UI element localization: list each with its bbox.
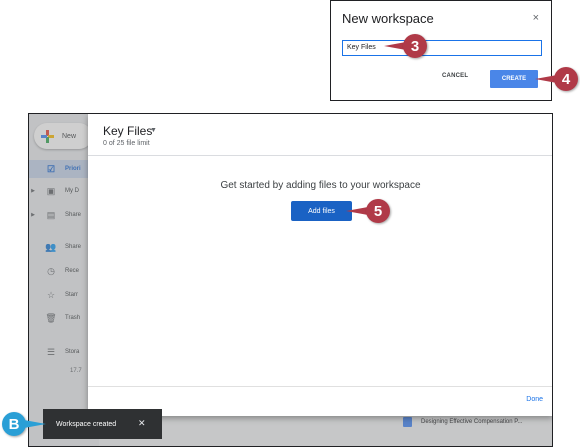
divider — [88, 386, 552, 387]
step-4-marker: 4 — [554, 67, 578, 91]
callout-arrow-5 — [346, 207, 368, 215]
empty-state-heading: Get started by adding files to your work… — [220, 180, 421, 191]
step-5-marker: 5 — [366, 199, 390, 223]
dialog-title: New workspace — [342, 11, 434, 26]
workspace-name-input[interactable]: Key Files — [342, 40, 542, 56]
snackbar: Workspace created ✕ — [43, 409, 162, 439]
workspace-panel: Key Files ▼ 0 of 25 file limit Get start… — [88, 114, 552, 416]
divider — [88, 155, 552, 156]
close-icon[interactable]: ✕ — [138, 418, 146, 429]
step-b-marker: B — [2, 412, 26, 436]
done-button[interactable]: Done — [526, 396, 543, 403]
new-workspace-dialog: New workspace × Key Files CANCEL CREATE — [330, 0, 552, 101]
close-icon[interactable]: × — [533, 12, 539, 24]
workspace-title[interactable]: Key Files — [103, 124, 152, 138]
drive-screen: New ☑ Priori ▶ ▣ My D ▶ ▤ Share 👥 Share ◷ … — [28, 113, 553, 447]
chevron-down-icon[interactable]: ▼ — [150, 127, 157, 134]
add-files-button[interactable]: Add files — [291, 201, 352, 221]
step-3-marker: 3 — [403, 34, 427, 58]
callout-arrow-b — [24, 420, 46, 428]
snackbar-message: Workspace created — [56, 420, 117, 428]
create-button[interactable]: CREATE — [490, 70, 538, 88]
file-limit-text: 0 of 25 file limit — [103, 140, 150, 147]
cancel-button[interactable]: CANCEL — [442, 73, 468, 79]
